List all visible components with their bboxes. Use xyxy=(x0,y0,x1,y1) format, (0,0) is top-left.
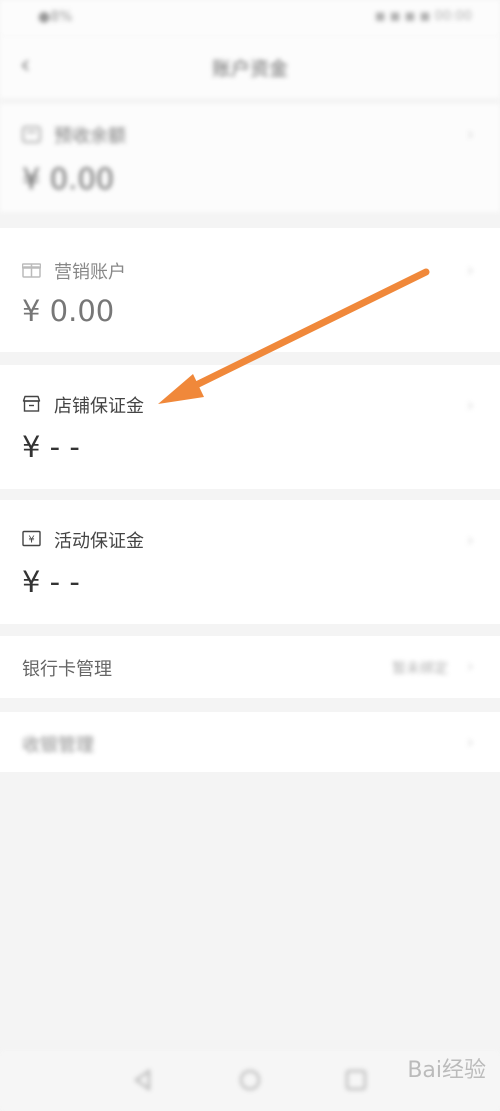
nav-home-icon[interactable] xyxy=(238,1068,262,1092)
watermark-text: Bai经验 xyxy=(407,1058,486,1083)
nav-back-icon[interactable] xyxy=(131,1068,155,1092)
nav-recents-icon[interactable] xyxy=(344,1068,368,1092)
annotation-arrow xyxy=(158,268,430,404)
